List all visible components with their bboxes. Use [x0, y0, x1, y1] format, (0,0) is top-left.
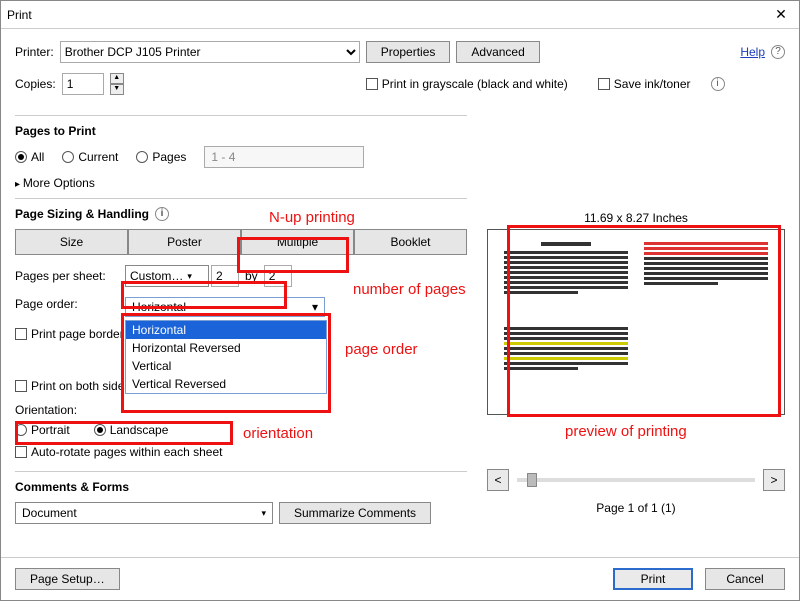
preview-frame — [487, 229, 785, 415]
more-options-toggle[interactable]: More Options — [15, 176, 467, 190]
help-link[interactable]: Help — [740, 45, 765, 59]
annotation-order: page order — [345, 341, 418, 358]
preview-page-4 — [644, 327, 768, 402]
pages-to-print-title: Pages to Print — [15, 124, 467, 138]
radio-portrait[interactable]: Portrait — [15, 423, 70, 437]
pages-to-print-panel: Pages to Print All Current Pages More Op… — [15, 115, 467, 194]
preview-next-button[interactable]: > — [763, 469, 785, 491]
sizing-info-icon[interactable]: i — [155, 207, 169, 221]
radio-current[interactable]: Current — [62, 150, 118, 164]
print-dialog: Print ✕ Printer: Brother DCP J105 Printe… — [0, 0, 800, 601]
dialog-content: Printer: Brother DCP J105 Printer Proper… — [1, 29, 799, 600]
copies-label: Copies: — [15, 77, 56, 91]
pps-rows-input[interactable] — [264, 265, 292, 287]
pages-per-sheet-label: Pages per sheet: — [15, 269, 123, 283]
close-icon[interactable]: ✕ — [769, 6, 793, 23]
radio-pages[interactable]: Pages — [136, 150, 186, 164]
pages-per-sheet-mode[interactable]: Custom…▾ — [125, 265, 209, 287]
preview-page-counter: Page 1 of 1 (1) — [487, 501, 785, 515]
annotation-preview: preview of printing — [565, 423, 687, 440]
preview-dimensions: 11.69 x 8.27 Inches — [487, 211, 785, 225]
page-range-input[interactable] — [204, 146, 364, 168]
comments-panel: Comments & Forms Document▾ Summarize Com… — [15, 471, 467, 534]
printer-label: Printer: — [15, 45, 54, 59]
auto-rotate-checkbox[interactable]: Auto-rotate pages within each sheet — [15, 445, 222, 459]
help-icon[interactable]: ? — [771, 45, 785, 59]
comments-mode-select[interactable]: Document▾ — [15, 502, 273, 524]
printer-select[interactable]: Brother DCP J105 Printer — [60, 41, 360, 63]
print-button[interactable]: Print — [613, 568, 693, 590]
page-order-dropdown-list: Horizontal Horizontal Reversed Vertical … — [125, 320, 327, 394]
titlebar: Print ✕ — [1, 1, 799, 29]
properties-button[interactable]: Properties — [366, 41, 451, 63]
summarize-comments-button[interactable]: Summarize Comments — [279, 502, 431, 524]
preview-prev-button[interactable]: < — [487, 469, 509, 491]
preview-page-2 — [644, 242, 768, 317]
page-order-option[interactable]: Vertical — [126, 357, 326, 375]
pps-cols-input[interactable] — [211, 265, 239, 287]
grayscale-checkbox[interactable]: Print in grayscale (black and white) — [366, 77, 568, 91]
preview-slider[interactable] — [517, 478, 755, 482]
annotation-numpages: number of pages — [353, 281, 466, 298]
advanced-button[interactable]: Advanced — [456, 41, 539, 63]
page-order-label: Page order: — [15, 297, 123, 311]
preview-panel: 11.69 x 8.27 Inches — [481, 111, 799, 557]
preview-page-3 — [504, 327, 628, 402]
page-order-option[interactable]: Horizontal — [126, 321, 326, 339]
cancel-button[interactable]: Cancel — [705, 568, 785, 590]
annotation-nup: N-up printing — [269, 209, 355, 226]
tab-multiple[interactable]: Multiple — [241, 229, 354, 255]
window-title: Print — [7, 8, 769, 22]
copies-spinner[interactable]: ▲▼ — [110, 73, 124, 95]
orientation-label: Orientation: — [15, 403, 467, 417]
dialog-footer: Page Setup… Print Cancel — [1, 557, 799, 600]
tab-size[interactable]: Size — [15, 229, 128, 255]
radio-landscape[interactable]: Landscape — [94, 423, 169, 437]
radio-all[interactable]: All — [15, 150, 44, 164]
info-icon[interactable]: i — [711, 77, 725, 91]
page-setup-button[interactable]: Page Setup… — [15, 568, 120, 590]
page-order-option[interactable]: Vertical Reversed — [126, 375, 326, 393]
tab-booklet[interactable]: Booklet — [354, 229, 467, 255]
pps-by-label: by — [241, 269, 262, 283]
print-page-border-checkbox[interactable]: Print page border — [15, 327, 124, 341]
page-sizing-panel: Page Sizing & Handling i Size Poster Mul… — [15, 198, 467, 461]
comments-title: Comments & Forms — [15, 480, 467, 494]
save-ink-checkbox[interactable]: Save ink/toner — [598, 77, 691, 91]
page-order-option[interactable]: Horizontal Reversed — [126, 339, 326, 357]
page-order-select[interactable]: Horizontal▾ Horizontal Horizontal Revers… — [125, 297, 325, 317]
page-sizing-title: Page Sizing & Handling i — [15, 207, 467, 221]
preview-page-1 — [504, 242, 628, 317]
sizing-tabs: Size Poster Multiple Booklet — [15, 229, 467, 255]
tab-poster[interactable]: Poster — [128, 229, 241, 255]
copies-input[interactable] — [62, 73, 104, 95]
annotation-orientation: orientation — [243, 425, 313, 442]
